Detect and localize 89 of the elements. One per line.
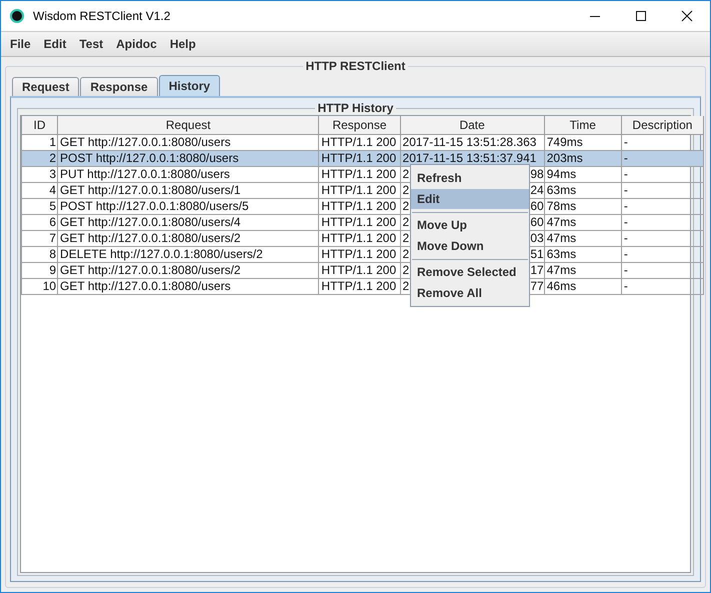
menu-item[interactable]: Edit	[411, 189, 529, 209]
tab[interactable]: Response	[80, 77, 158, 96]
table-cell: 3	[22, 166, 58, 182]
table-cell-text: 2	[402, 184, 410, 198]
table-cell: 63ms	[544, 182, 622, 198]
window-title: Wisdom RESTClient V1.2	[33, 9, 170, 23]
table-cell: -	[621, 150, 704, 166]
menu-item[interactable]: Help	[162, 37, 202, 51]
table-cell: 8	[22, 246, 58, 262]
table-cell: 94ms	[544, 166, 622, 182]
table-cell-text: 17	[530, 264, 544, 278]
table-cell: DELETE http://127.0.0.1:8080/users/2	[58, 246, 319, 262]
table-cell: 46ms	[544, 278, 622, 294]
table-cell: POST http://127.0.0.1:8080/users/5	[58, 198, 319, 214]
app-icon	[10, 9, 24, 23]
table-cell: 5	[22, 198, 58, 214]
table-cell: -	[621, 246, 704, 262]
tab[interactable]: Request	[12, 77, 80, 96]
table-cell: GET http://127.0.0.1:8080/users	[58, 278, 319, 294]
table-cell: 203ms	[544, 150, 622, 166]
column-header[interactable]: Request	[58, 116, 319, 134]
table-cell: 47ms	[544, 262, 622, 278]
table-cell: HTTP/1.1 200	[318, 278, 400, 294]
table-cell-text: 60	[530, 216, 544, 230]
table-cell: 78ms	[544, 198, 622, 214]
table-cell-text: 2	[402, 168, 410, 182]
table-cell-text: 98	[530, 168, 544, 182]
table-cell: GET http://127.0.0.1:8080/users/2	[58, 230, 319, 246]
table-cell-text: 24	[530, 184, 544, 198]
table-cell: HTTP/1.1 200	[318, 262, 400, 278]
menu-item[interactable]: Move Down	[411, 236, 529, 256]
table-cell: -	[621, 262, 704, 278]
table-cell: 9	[22, 262, 58, 278]
table-cell: 7	[22, 230, 58, 246]
table-cell: POST http://127.0.0.1:8080/users	[58, 150, 319, 166]
menu-item[interactable]: Apidoc	[109, 37, 163, 51]
table-cell: GET http://127.0.0.1:8080/users/4	[58, 214, 319, 230]
table-cell-text: 2017-11-15 13:51:37.941	[402, 152, 536, 166]
column-header[interactable]: Response	[318, 116, 400, 134]
table-cell: HTTP/1.1 200	[318, 246, 400, 262]
menu-item[interactable]: Move Up	[411, 215, 529, 235]
table-cell: HTTP/1.1 200	[318, 150, 400, 166]
table-cell-text: 60	[530, 200, 544, 214]
panel-title: HTTP RESTClient	[304, 59, 406, 73]
column-header[interactable]: Description	[621, 116, 704, 134]
table-cell: -	[621, 230, 704, 246]
table-cell: -	[621, 214, 704, 230]
table-cell: 6	[22, 214, 58, 230]
table-cell: 47ms	[544, 230, 622, 246]
table-cell-text: 2	[402, 248, 410, 262]
table-cell: GET http://127.0.0.1:8080/users/2	[58, 262, 319, 278]
table-cell: HTTP/1.1 200	[318, 214, 400, 230]
column-header[interactable]: Date	[400, 116, 544, 134]
table-cell: -	[621, 278, 704, 294]
table-cell: -	[621, 182, 704, 198]
table-cell: -	[621, 166, 704, 182]
table-cell-text: 77	[530, 280, 544, 294]
maximize-icon	[635, 10, 647, 22]
table-cell: 4	[22, 182, 58, 198]
menu-item[interactable]: Edit	[36, 37, 72, 51]
table-cell: GET http://127.0.0.1:8080/users/1	[58, 182, 319, 198]
table-cell: 2	[22, 150, 58, 166]
table-cell: 10	[22, 278, 58, 294]
table-cell: 63ms	[544, 246, 622, 262]
menu-item[interactable]: Remove Selected	[411, 262, 529, 282]
tab[interactable]: History	[158, 75, 220, 96]
close-icon	[681, 10, 693, 22]
table-cell: -	[621, 198, 704, 214]
table-cell-text: 2	[402, 232, 410, 246]
table-cell-text: 2017-11-15 13:51:28.363	[402, 136, 536, 150]
menu-item[interactable]: File	[3, 37, 37, 51]
menu-item[interactable]: Remove All	[411, 283, 529, 303]
table-cell-text: 2	[402, 280, 410, 294]
table-cell: HTTP/1.1 200	[318, 166, 400, 182]
menu-item[interactable]: Test	[72, 37, 110, 51]
menu-item[interactable]: Refresh	[411, 168, 529, 188]
column-header[interactable]: ID	[22, 116, 58, 134]
table-cell-text: 2	[402, 264, 410, 278]
table-cell-text: 03	[530, 232, 544, 246]
table-cell: HTTP/1.1 200	[318, 198, 400, 214]
table-cell-text: 2	[402, 216, 410, 230]
table-cell-text: 2	[402, 200, 410, 214]
table-cell: HTTP/1.1 200	[318, 182, 400, 198]
table-cell-text: 51	[530, 248, 544, 262]
panel-title: HTTP History	[316, 101, 394, 115]
table-cell: PUT http://127.0.0.1:8080/users	[58, 166, 319, 182]
table-cell: 47ms	[544, 214, 622, 230]
column-header[interactable]: Time	[544, 116, 622, 134]
table-cell: HTTP/1.1 200	[318, 230, 400, 246]
